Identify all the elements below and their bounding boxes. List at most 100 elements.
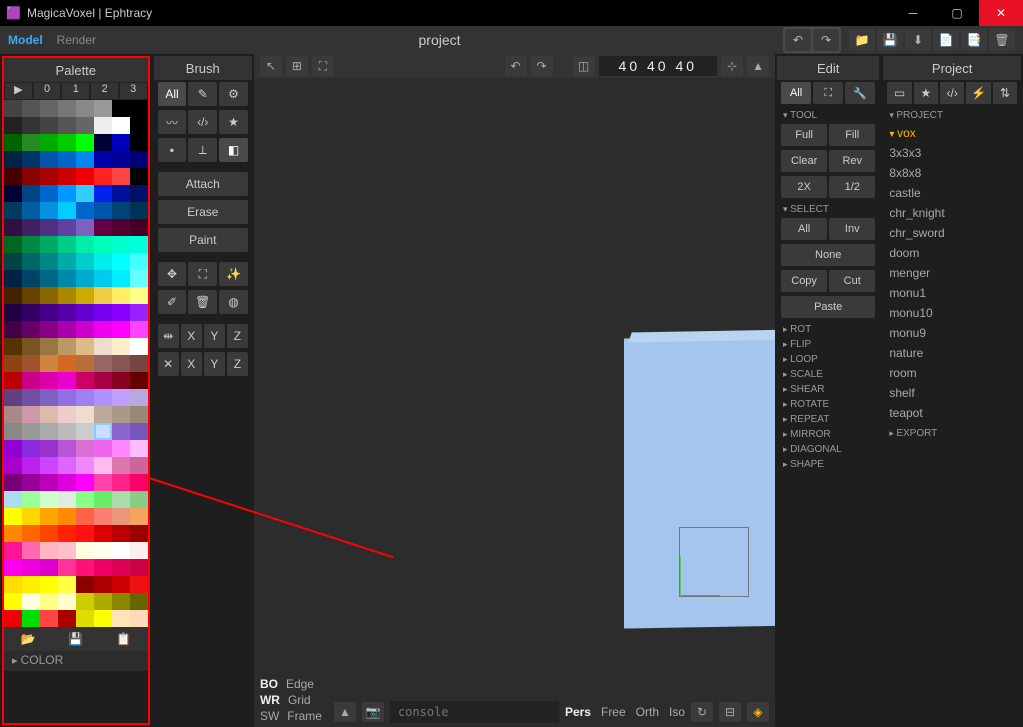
edit-section-mirror[interactable]: MIRROR	[783, 429, 873, 440]
brush-stroke-icon[interactable]: 〰	[158, 110, 187, 134]
palette-swatch[interactable]	[94, 270, 112, 287]
palette-swatch[interactable]	[4, 100, 22, 117]
palette-swatch[interactable]	[130, 168, 148, 185]
palette-swatch[interactable]	[40, 457, 58, 474]
palette-swatch[interactable]	[4, 610, 22, 627]
palette-swatch[interactable]	[76, 525, 94, 542]
project-item[interactable]: monu10	[889, 306, 1015, 320]
palette-swatch[interactable]	[4, 304, 22, 321]
refresh-icon[interactable]: ↻	[691, 702, 713, 722]
palette-swatch[interactable]	[40, 117, 58, 134]
edit-all-button[interactable]: All	[781, 82, 811, 104]
palette-swatch[interactable]	[130, 287, 148, 304]
edit-section-shape[interactable]: SHAPE	[783, 459, 873, 470]
project-item[interactable]: teapot	[889, 406, 1015, 420]
palette-swatch[interactable]	[112, 287, 130, 304]
axis-x2[interactable]: X	[181, 352, 202, 376]
edit-section-loop[interactable]: LOOP	[783, 354, 873, 365]
palette-open-icon[interactable]: 📂	[4, 627, 52, 651]
palette-swatch[interactable]	[40, 338, 58, 355]
palette-swatch[interactable]	[112, 270, 130, 287]
palette-swatch[interactable]	[22, 423, 40, 440]
palette-swatch[interactable]	[40, 593, 58, 610]
maximize-button[interactable]: ▢	[935, 0, 979, 26]
palette-swatch[interactable]	[76, 185, 94, 202]
palette-swatch[interactable]	[112, 576, 130, 593]
palette-swatch[interactable]	[130, 185, 148, 202]
up-icon[interactable]: ▲	[747, 56, 769, 76]
edit-expand-icon[interactable]: ⛶	[813, 82, 843, 104]
palette-swatch[interactable]	[58, 389, 76, 406]
palette-swatch[interactable]	[130, 117, 148, 134]
new-icon[interactable]: 📄	[933, 29, 959, 51]
palette-swatch[interactable]	[94, 457, 112, 474]
palette-swatch[interactable]	[76, 440, 94, 457]
project-item[interactable]: menger	[889, 266, 1015, 280]
palette-swatch[interactable]	[22, 525, 40, 542]
label-wr[interactable]: WR	[260, 693, 280, 707]
palette-swatch[interactable]	[40, 168, 58, 185]
palette-swatch[interactable]	[58, 406, 76, 423]
palette-swatch[interactable]	[40, 474, 58, 491]
palette-swatch[interactable]	[130, 593, 148, 610]
palette-swatch[interactable]	[40, 423, 58, 440]
palette-swatch[interactable]	[40, 491, 58, 508]
palette-swatch[interactable]	[4, 134, 22, 151]
palette-swatch[interactable]	[94, 406, 112, 423]
palette-swatch[interactable]	[94, 559, 112, 576]
palette-swatch[interactable]	[130, 100, 148, 117]
export-section[interactable]: EXPORT	[889, 428, 1015, 439]
palette-swatch[interactable]	[112, 525, 130, 542]
palette-swatch[interactable]	[76, 372, 94, 389]
palette-swatch[interactable]	[58, 338, 76, 355]
palette-swatch[interactable]	[22, 406, 40, 423]
palette-swatch[interactable]	[22, 168, 40, 185]
delete-icon[interactable]: 🗑	[989, 29, 1015, 51]
palette-swatch[interactable]	[130, 304, 148, 321]
select-all-button[interactable]: All	[781, 218, 827, 240]
palette-copy-icon[interactable]: 📋	[100, 627, 148, 651]
palette-swatch[interactable]	[58, 168, 76, 185]
palette-swatch[interactable]	[22, 304, 40, 321]
minimize-button[interactable]: ─	[891, 0, 935, 26]
palette-swatch[interactable]	[76, 338, 94, 355]
brush-cube-icon[interactable]: ◧	[219, 138, 248, 162]
palette-swatch[interactable]	[40, 134, 58, 151]
palette-swatch[interactable]	[94, 168, 112, 185]
palette-swatch[interactable]	[58, 287, 76, 304]
palette-swatch[interactable]	[40, 559, 58, 576]
edit-section-flip[interactable]: FLIP	[783, 339, 873, 350]
palette-swatch[interactable]	[58, 219, 76, 236]
copy-button[interactable]: Copy	[781, 270, 827, 292]
palette-swatch[interactable]	[130, 355, 148, 372]
palette-swatch[interactable]	[94, 321, 112, 338]
brush-all-button[interactable]: All	[158, 82, 187, 106]
brush-gear-icon[interactable]: ⚙	[219, 82, 248, 106]
palette-swatch[interactable]	[58, 559, 76, 576]
palette-swatch[interactable]	[112, 508, 130, 525]
label-edge[interactable]: Edge	[286, 677, 314, 691]
viewport-3d[interactable]	[254, 78, 775, 667]
split-icon[interactable]: ⊟	[719, 702, 741, 722]
clear-button[interactable]: Clear	[781, 150, 827, 172]
palette-swatch[interactable]	[22, 576, 40, 593]
palette-swatch[interactable]	[40, 100, 58, 117]
palette-swatch[interactable]	[22, 355, 40, 372]
palette-swatch[interactable]	[58, 491, 76, 508]
paint-button[interactable]: Paint	[158, 228, 248, 252]
palette-tab[interactable]: 2	[90, 82, 119, 100]
palette-swatch[interactable]	[76, 287, 94, 304]
tool-section[interactable]: TOOL	[783, 110, 873, 121]
brush-code-icon[interactable]: ‹/›	[188, 110, 217, 134]
project-item[interactable]: castle	[889, 186, 1015, 200]
palette-swatch[interactable]	[94, 423, 112, 440]
palette-swatch[interactable]	[40, 355, 58, 372]
palette-swatch[interactable]	[130, 525, 148, 542]
palette-swatch[interactable]	[76, 253, 94, 270]
undo-button[interactable]: ↶	[785, 29, 811, 51]
palette-swatch[interactable]	[58, 457, 76, 474]
console-input[interactable]	[390, 701, 559, 723]
project-item[interactable]: 3x3x3	[889, 146, 1015, 160]
palette-swatch[interactable]	[58, 372, 76, 389]
palette-swatch[interactable]	[76, 508, 94, 525]
